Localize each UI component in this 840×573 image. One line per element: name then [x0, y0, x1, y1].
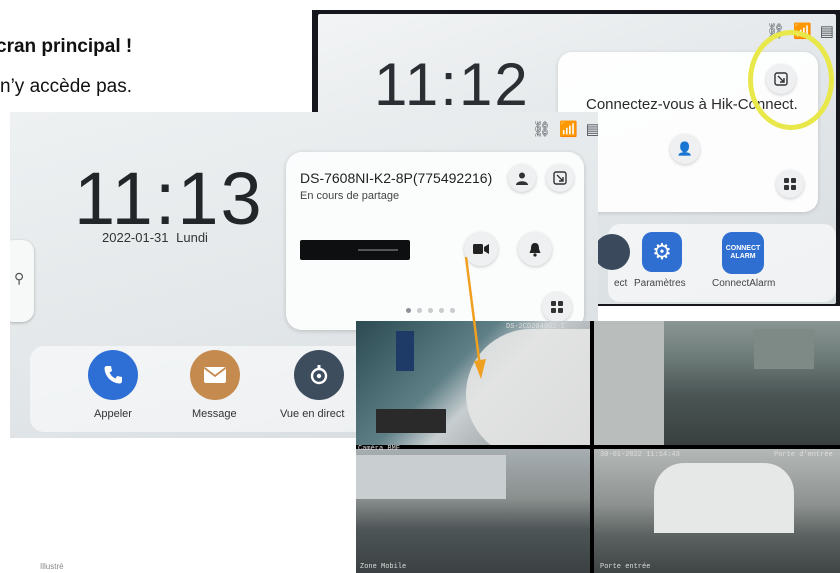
sd-card-icon: ▤	[585, 121, 598, 138]
desk-shape	[376, 409, 446, 433]
building-wall	[594, 321, 664, 445]
link-off-icon: ⛓	[532, 121, 552, 138]
side-drawer-handle[interactable]: ⚲	[10, 240, 34, 322]
envelope-icon	[203, 367, 227, 383]
photo-camera-grid: DS-2CD2046G2-I Zone Mobile 30-01-2022 11…	[356, 321, 840, 573]
bell-button[interactable]	[518, 232, 552, 266]
device-card[interactable]: DS-7608NI-K2-8P(775492216) En cours de p…	[286, 152, 584, 330]
video-camera-icon	[473, 244, 489, 254]
device-name: DS-7608NI-K2-8P(775492216)	[300, 170, 493, 186]
wifi-off-icon: 📶	[559, 121, 578, 138]
call-app-button[interactable]	[88, 350, 138, 400]
live-view-app-button[interactable]	[294, 350, 344, 400]
add-user-icon: 👤	[676, 141, 694, 156]
app-label: Message	[192, 408, 237, 420]
app-label: Paramètres	[634, 278, 686, 289]
message-app-button[interactable]	[190, 350, 240, 400]
camera-title: Caméra BMF	[358, 445, 401, 453]
camera-view-3[interactable]: Zone Mobile	[356, 449, 590, 573]
camera-view-2[interactable]	[594, 321, 840, 445]
document-subtext: n’y accède pas.	[0, 76, 133, 97]
connect-alarm-badge: CONNECT ALARM	[725, 245, 761, 260]
gear-icon: ⚙	[652, 239, 672, 264]
camera-zone-label: Zone Mobile	[360, 563, 407, 571]
clock-date: 2022-01-31 Lundi	[102, 230, 208, 245]
grid-icon	[784, 178, 796, 190]
device-status: En cours de partage	[300, 190, 400, 202]
user-icon	[516, 172, 528, 185]
page-indicator	[406, 308, 455, 313]
lock-icon: ⚲	[14, 270, 25, 286]
clock-time: 11:12	[374, 51, 530, 118]
app-label: ConnectAlarm	[712, 278, 776, 289]
trees-shape	[754, 329, 814, 369]
camera-zone-label: Porte entrée	[600, 563, 651, 571]
expand-button[interactable]	[546, 164, 574, 192]
camera-label: DS-2CD2046G2-I	[506, 323, 565, 331]
grid-menu-button[interactable]	[542, 292, 572, 322]
status-bar: ⛓ 📶 ▤	[532, 120, 598, 138]
document-footer: Illustré	[40, 562, 64, 571]
live-view-app-icon[interactable]	[594, 234, 630, 270]
settings-app-icon[interactable]: ⚙	[642, 232, 682, 272]
add-user-button[interactable]: 👤	[670, 134, 700, 164]
app-label: ect	[614, 278, 628, 289]
orange-arrow	[464, 256, 486, 379]
app-label: Appeler	[94, 408, 132, 420]
expand-icon	[553, 171, 567, 185]
date-value: 2022-01-31	[102, 230, 169, 245]
app-dock-top: ect ⚙ Paramètres CONNECT ALARM ConnectAl…	[594, 224, 836, 302]
camera-timestamp: 30-01-2022 11:14:43	[600, 451, 680, 459]
grid-icon	[551, 301, 563, 313]
weekday-value: Lundi	[176, 230, 208, 245]
grid-menu-button[interactable]	[776, 170, 804, 198]
camera-label: Porte d'entrée	[774, 451, 833, 459]
live-view-icon	[310, 365, 328, 385]
building-curve	[654, 463, 794, 533]
bell-icon	[529, 242, 541, 257]
connect-alarm-app-icon[interactable]: CONNECT ALARM	[722, 232, 764, 274]
sd-card-icon: ▤	[819, 23, 834, 40]
document-heading: cran principal !	[0, 36, 133, 57]
highlight-circle	[748, 30, 834, 130]
camera-view-4[interactable]: 30-01-2022 11:14:43 Porte d'entrée Porte…	[594, 449, 840, 573]
app-label: Vue en direct	[280, 408, 345, 420]
person-figure	[396, 331, 414, 371]
building-shape	[356, 455, 506, 499]
clock-time: 11:13	[74, 157, 264, 240]
phone-icon	[104, 366, 122, 384]
user-button[interactable]	[508, 164, 536, 192]
redacted-bar	[300, 240, 410, 260]
